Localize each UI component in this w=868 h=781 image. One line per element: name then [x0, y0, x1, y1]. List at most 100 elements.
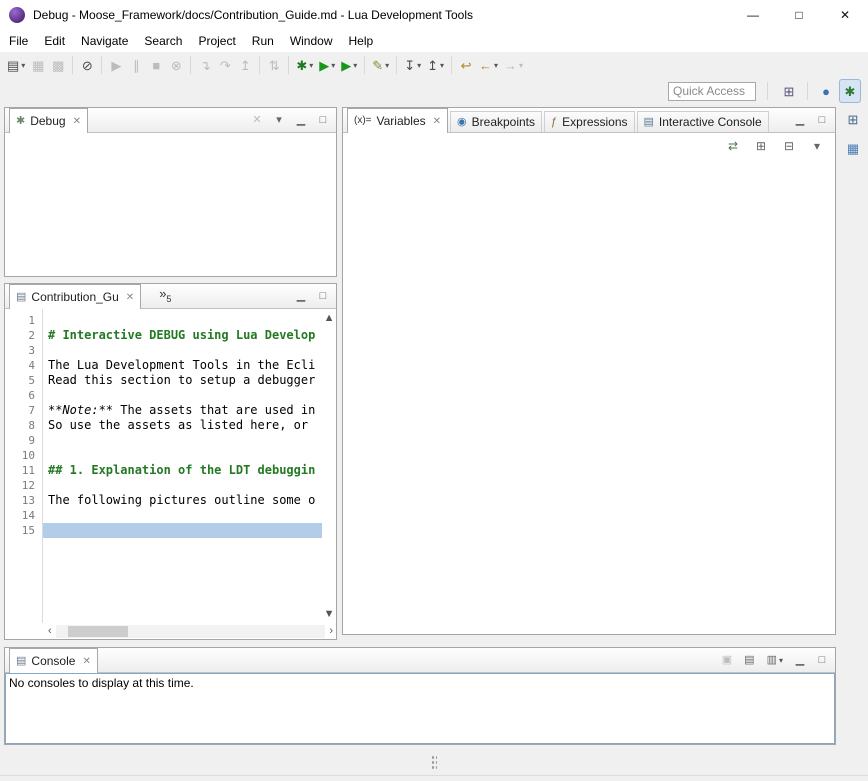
step-over-button[interactable]: ↷ [215, 54, 235, 76]
previous-annotation-button[interactable]: ↥▾ [424, 54, 447, 76]
run-external-tools-dropdown-icon[interactable]: ▾ [353, 61, 357, 70]
resume-button[interactable]: ▶ [106, 54, 126, 76]
maximize-button[interactable]: □ [315, 112, 331, 130]
editor-vertical-scrollbar[interactable]: ▲ ▼ [322, 309, 336, 623]
editor-line[interactable] [43, 313, 322, 328]
save-all-button[interactable]: ▩ [48, 54, 68, 76]
open-console-button[interactable]: ▥▾ [764, 652, 786, 670]
previous-annotation-dropdown-icon[interactable]: ▾ [440, 61, 444, 70]
maximize-button[interactable]: □ [315, 288, 331, 306]
line-number[interactable]: 8 [5, 418, 42, 433]
back-button[interactable]: ←▾ [476, 54, 501, 76]
menu-navigate[interactable]: Navigate [73, 30, 136, 52]
show-logical-structures-button[interactable]: ⊞ [751, 137, 771, 155]
menu-file[interactable]: File [1, 30, 36, 52]
view-menu-button[interactable]: ▾ [271, 112, 287, 130]
line-number[interactable]: 5 [5, 373, 42, 388]
line-number[interactable]: 11 [5, 463, 42, 478]
skip-all-breakpoints-button[interactable]: ⊘ [77, 54, 97, 76]
sash-drag-handle[interactable] [431, 755, 437, 769]
editor-horizontal-scrollbar[interactable]: ‹ › [5, 623, 336, 639]
editor-line[interactable] [43, 388, 322, 403]
editor-line[interactable] [43, 523, 322, 538]
editor-line[interactable]: The following pictures outline some o [43, 493, 322, 508]
close-button[interactable]: ✕ [822, 0, 868, 30]
line-number[interactable]: 9 [5, 433, 42, 448]
line-number[interactable]: 15 [5, 523, 42, 538]
line-number[interactable]: 14 [5, 508, 42, 523]
step-return-button[interactable]: ↥ [235, 54, 255, 76]
line-number[interactable]: 3 [5, 343, 42, 358]
editor-line[interactable]: **Note:** The assets that are used in [43, 403, 322, 418]
maximize-button[interactable]: □ [776, 0, 822, 30]
remove-all-terminated-button[interactable]: ✕ [249, 112, 265, 130]
open-console-dropdown-icon[interactable]: ▾ [779, 656, 783, 665]
lua-perspective-button[interactable]: ● [816, 80, 836, 102]
scroll-right-icon[interactable]: › [326, 625, 336, 637]
line-number[interactable]: 7 [5, 403, 42, 418]
debug-perspective-button[interactable]: ✱ [840, 80, 860, 102]
scroll-left-icon[interactable]: ‹ [45, 625, 55, 637]
disconnect-button[interactable]: ⊗ [166, 54, 186, 76]
minimize-button[interactable]: ▁ [792, 652, 808, 670]
back-dropdown-icon[interactable]: ▾ [494, 61, 498, 70]
new-dropdown-icon[interactable]: ▾ [21, 61, 25, 70]
close-icon[interactable]: ✕ [82, 656, 90, 667]
maximize-button[interactable]: □ [814, 652, 830, 670]
run-dropdown-icon[interactable]: ▾ [331, 61, 335, 70]
close-icon[interactable]: ✕ [433, 116, 441, 127]
scroll-down-icon[interactable]: ▼ [321, 608, 336, 620]
run-button[interactable]: ▶▾ [316, 54, 338, 76]
tab-interactive-console[interactable]: ▤Interactive Console [637, 111, 769, 132]
close-icon[interactable]: ✕ [126, 292, 134, 303]
last-edit-location-button[interactable]: ↩ [456, 54, 476, 76]
tab-debug[interactable]: ✱ Debug ✕ [9, 108, 88, 133]
line-number[interactable]: 4 [5, 358, 42, 373]
minimized-view-1-button[interactable]: ⊞ [843, 108, 863, 130]
scroll-up-icon[interactable]: ▲ [321, 312, 336, 324]
collapse-all-button[interactable]: ⊟ [779, 137, 799, 155]
editor-line[interactable] [43, 448, 322, 463]
pin-console-button[interactable]: ▣ [719, 652, 735, 670]
forward-button[interactable]: →▾ [501, 54, 526, 76]
minimize-button[interactable]: ▁ [792, 112, 808, 130]
run-external-tools-button[interactable]: ▶▾ [338, 54, 360, 76]
minimize-button[interactable]: ▁ [293, 288, 309, 306]
open-perspective-button[interactable]: ⊞ [779, 80, 799, 102]
editor-line[interactable] [43, 433, 322, 448]
minimized-view-2-button[interactable]: ▦ [843, 137, 863, 159]
mark-occurrences-button[interactable]: ✎▾ [369, 54, 392, 76]
editor-line[interactable]: So use the assets as listed here, or [43, 418, 322, 433]
editor-line[interactable] [43, 343, 322, 358]
editor-line[interactable]: # Interactive DEBUG using Lua Develop [43, 328, 322, 343]
editor-line[interactable]: The Lua Development Tools in the Ecli [43, 358, 322, 373]
editor-line[interactable] [43, 478, 322, 493]
tab-contribution-guide[interactable]: ▤ Contribution_Gu ✕ [9, 284, 141, 309]
editor-line[interactable]: Read this section to setup a debugger [43, 373, 322, 388]
line-number[interactable]: 2 [5, 328, 42, 343]
line-number[interactable]: 6 [5, 388, 42, 403]
suspend-button[interactable]: ∥ [126, 54, 146, 76]
menu-edit[interactable]: Edit [36, 30, 73, 52]
tab-expressions[interactable]: ƒExpressions [544, 111, 635, 132]
step-into-button[interactable]: ↴ [195, 54, 215, 76]
quick-access-input[interactable]: Quick Access [668, 82, 756, 101]
debug-dropdown-icon[interactable]: ▾ [309, 61, 313, 70]
minimize-button[interactable]: — [730, 0, 776, 30]
line-number[interactable]: 10 [5, 448, 42, 463]
menu-project[interactable]: Project [190, 30, 243, 52]
mark-occurrences-dropdown-icon[interactable]: ▾ [385, 61, 389, 70]
hscroll-track[interactable] [56, 625, 326, 638]
show-type-names-button[interactable]: ⇄ [723, 137, 743, 155]
save-button[interactable]: ▦ [28, 54, 48, 76]
menu-run[interactable]: Run [244, 30, 282, 52]
terminate-button[interactable]: ■ [146, 54, 166, 76]
tab-breakpoints[interactable]: ◉Breakpoints [450, 111, 542, 132]
menu-search[interactable]: Search [136, 30, 190, 52]
debug-button[interactable]: ✱▾ [293, 54, 316, 76]
menu-help[interactable]: Help [341, 30, 382, 52]
next-annotation-button[interactable]: ↧▾ [401, 54, 424, 76]
new-button[interactable]: ▤▾ [4, 54, 28, 76]
forward-dropdown-icon[interactable]: ▾ [519, 61, 523, 70]
hscroll-thumb[interactable] [68, 626, 128, 637]
